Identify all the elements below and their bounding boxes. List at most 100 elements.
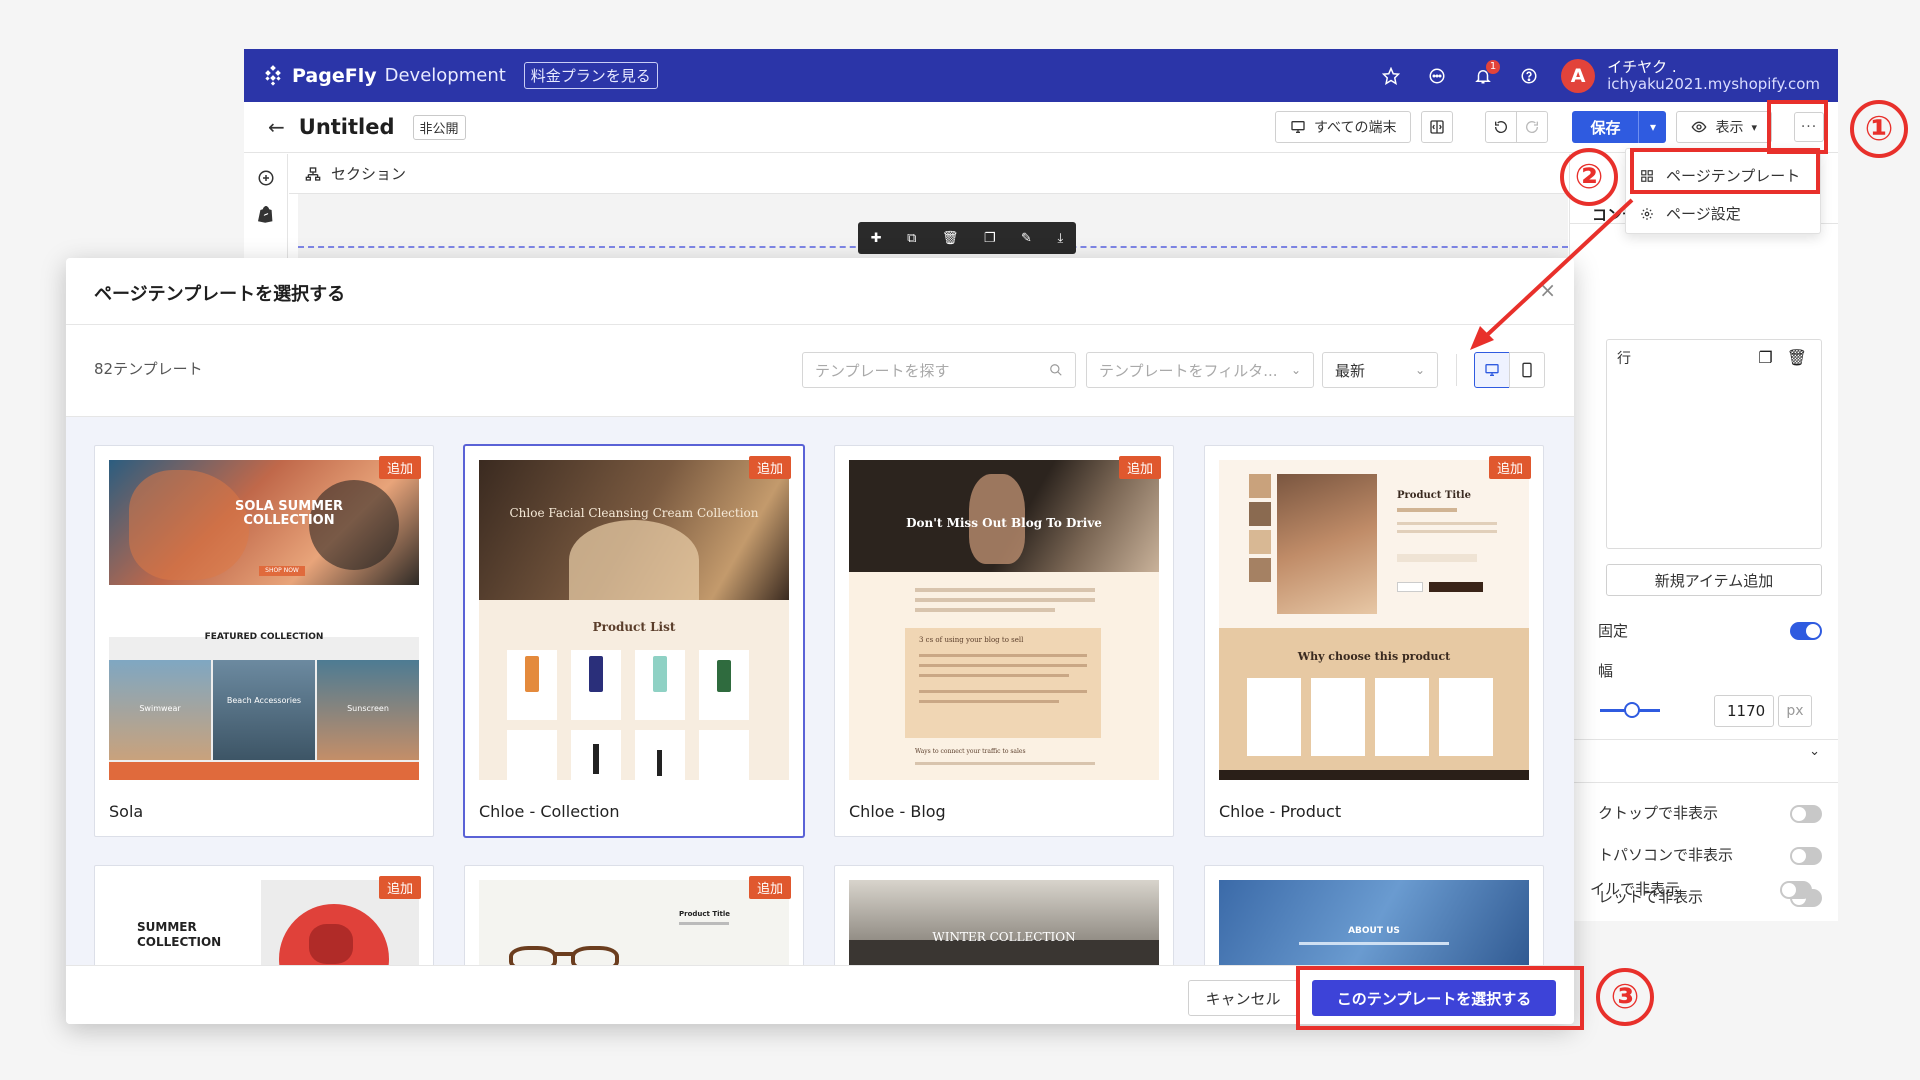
copy-icon[interactable]: ❐ <box>984 231 996 246</box>
plan-link[interactable]: 料金プランを見る <box>523 62 658 89</box>
view-button[interactable]: 表示 ▾ <box>1676 111 1772 143</box>
save-options-chevron-icon[interactable]: ▾ <box>1638 111 1667 143</box>
move-icon[interactable]: ✚ <box>871 231 882 246</box>
device-select-button[interactable]: すべての端末 <box>1274 111 1412 143</box>
thumb-heading: Product List <box>592 620 676 634</box>
chat-icon[interactable] <box>1427 66 1447 86</box>
template-thumbnail: Product Title Why choose this product <box>1219 460 1529 780</box>
template-search-input[interactable]: テンプレートを探す <box>802 352 1076 388</box>
device-select-label: すべての端末 <box>1313 120 1397 136</box>
step-1-marker: ① <box>1850 100 1908 158</box>
back-arrow-icon[interactable]: ← <box>268 115 285 139</box>
bell-icon[interactable]: 1 <box>1473 59 1501 86</box>
template-count: 82テンプレート <box>94 360 203 378</box>
thumb-title: Don't Miss Out Blog To Drive <box>906 516 1102 530</box>
template-card-glasses[interactable]: Product Title 追加 <box>464 865 804 965</box>
notification-count: 1 <box>1486 59 1501 74</box>
template-name: Chloe - Collection <box>479 802 620 821</box>
thumb-featured: FEATURED COLLECTION <box>204 632 324 642</box>
mobile-preview-toggle[interactable] <box>1509 352 1545 388</box>
brand[interactable]: PageFly Development 料金プランを見る <box>262 62 658 89</box>
chevron-down-icon[interactable]: ⌄ <box>1809 744 1820 759</box>
thumb-label: Beach Accessories <box>226 696 302 705</box>
save-icon[interactable]: ⤓ <box>1057 231 1063 246</box>
section-label[interactable]: セクション <box>331 163 406 184</box>
width-slider-handle[interactable] <box>1624 702 1640 718</box>
trash-icon[interactable]: 🗑︎ <box>1787 348 1807 367</box>
template-card-summer[interactable]: SUMMER COLLECTION 追加 <box>94 865 434 965</box>
phone-icon <box>1522 362 1532 378</box>
hide-desktop-toggle[interactable] <box>1790 805 1822 823</box>
divider <box>1456 354 1457 386</box>
brand-environment: Development <box>384 65 506 86</box>
width-input[interactable]: 1170 <box>1714 695 1774 727</box>
thumb-title: SOLA SUMMER COLLECTION <box>235 499 343 528</box>
thumb-subheading: Ways to connect your traffic to sales <box>915 748 1026 755</box>
gear-icon <box>1641 207 1653 220</box>
add-item-button[interactable]: 新規アイテム追加 <box>1606 564 1822 596</box>
user-account[interactable]: A イチヤク . ichyaku2021.myshopify.com <box>1561 58 1820 93</box>
thumb-title: ABOUT US <box>1348 926 1400 936</box>
step-2-marker: ② <box>1560 148 1618 206</box>
thumb-title: SUMMER COLLECTION <box>137 920 222 949</box>
desktop-preview-toggle[interactable] <box>1474 352 1510 388</box>
row-label: 行 <box>1617 351 1631 367</box>
copy-icon[interactable]: ❐ <box>1758 348 1772 367</box>
hide-laptop-toggle[interactable] <box>1790 847 1822 865</box>
help-icon[interactable] <box>1519 66 1539 86</box>
add-badge[interactable]: 追加 <box>748 456 791 479</box>
template-thumbnail: SUMMER COLLECTION <box>109 880 419 965</box>
add-element-icon[interactable] <box>256 168 276 188</box>
brand-name: PageFly <box>292 64 377 87</box>
compare-button[interactable] <box>1421 111 1454 143</box>
eye-icon <box>1692 121 1707 133</box>
hide-mobile-toggle[interactable] <box>1780 881 1812 899</box>
thumb-label: Swimwear <box>139 704 181 713</box>
template-picker-modal: ページテンプレートを選択する × 82テンプレート テンプレートを探す テンプレ… <box>66 258 1574 1024</box>
add-badge[interactable]: 追加 <box>748 876 791 899</box>
search-placeholder: テンプレートを探す <box>815 361 950 380</box>
row-item[interactable]: 行 ❐ 🗑︎ <box>1606 339 1822 549</box>
redo-button[interactable] <box>1516 111 1549 143</box>
cancel-button[interactable]: キャンセル <box>1188 980 1298 1016</box>
template-card-sola[interactable]: SOLA SUMMER COLLECTION SHOP NOW FEATURED… <box>94 445 434 837</box>
element-toolbar: ✚ ⧉ 🗑︎ ❐ ✎ ⤓ <box>858 222 1076 254</box>
section-icon <box>305 166 321 181</box>
template-card-chloe-blog[interactable]: Don't Miss Out Blog To Drive 3 cs of usi… <box>834 445 1174 837</box>
monitor-icon <box>1485 364 1499 376</box>
template-filter-select[interactable]: テンプレートをフィルタ... ⌄ <box>1086 352 1314 388</box>
add-badge[interactable]: 追加 <box>1118 456 1161 479</box>
template-card-chloe-collection[interactable]: Chloe Facial Cleansing Cream Collection … <box>464 445 804 837</box>
add-badge[interactable]: 追加 <box>1488 456 1531 479</box>
add-badge[interactable]: 追加 <box>378 876 421 899</box>
canvas-breadcrumb: セクション <box>289 154 1569 194</box>
thumb-subheading: 3 cs of using your blog to sell <box>919 636 1024 644</box>
compare-icon <box>1430 120 1445 134</box>
page-title[interactable]: Untitled <box>299 115 395 139</box>
template-card-winter[interactable]: WINTER COLLECTION <box>834 865 1174 965</box>
close-icon[interactable]: × <box>1539 278 1556 302</box>
template-card-chloe-product[interactable]: Product Title Why choose this product 追加… <box>1204 445 1544 837</box>
fixed-toggle[interactable] <box>1790 622 1822 640</box>
style-icon[interactable]: ✎ <box>1021 231 1032 246</box>
top-navigation-bar: PageFly Development 料金プランを見る 1 A イチヤク . <box>244 49 1838 102</box>
template-card-about[interactable]: ABOUT US <box>1204 865 1544 965</box>
menu-item-page-settings[interactable]: ページ設定 <box>1640 203 1741 224</box>
undo-button[interactable] <box>1485 111 1518 143</box>
thumb-title: WINTER COLLECTION <box>932 930 1076 944</box>
thumb-title: Product Title <box>1397 490 1471 501</box>
template-sort-select[interactable]: 最新 ⌄ <box>1322 352 1438 388</box>
delete-icon[interactable]: 🗑︎ <box>942 231 959 246</box>
template-name: Chloe - Blog <box>849 802 946 821</box>
star-icon[interactable] <box>1381 66 1401 86</box>
template-thumbnail: Product Title <box>479 880 789 965</box>
inspector-panel: ス コンテンツ 行 ❐ 🗑︎ 新規アイテム追加 固定 幅 1170 px ⌄ ク… <box>1569 154 1838 921</box>
step-3-marker: ③ <box>1596 968 1654 1026</box>
monitor-icon <box>1291 121 1305 133</box>
shopify-icon[interactable] <box>256 204 276 224</box>
duplicate-icon[interactable]: ⧉ <box>907 231 916 246</box>
template-name: Sola <box>109 802 144 821</box>
save-button[interactable]: 保存 <box>1572 111 1639 143</box>
add-badge[interactable]: 追加 <box>378 456 421 479</box>
width-unit[interactable]: px <box>1778 695 1812 727</box>
